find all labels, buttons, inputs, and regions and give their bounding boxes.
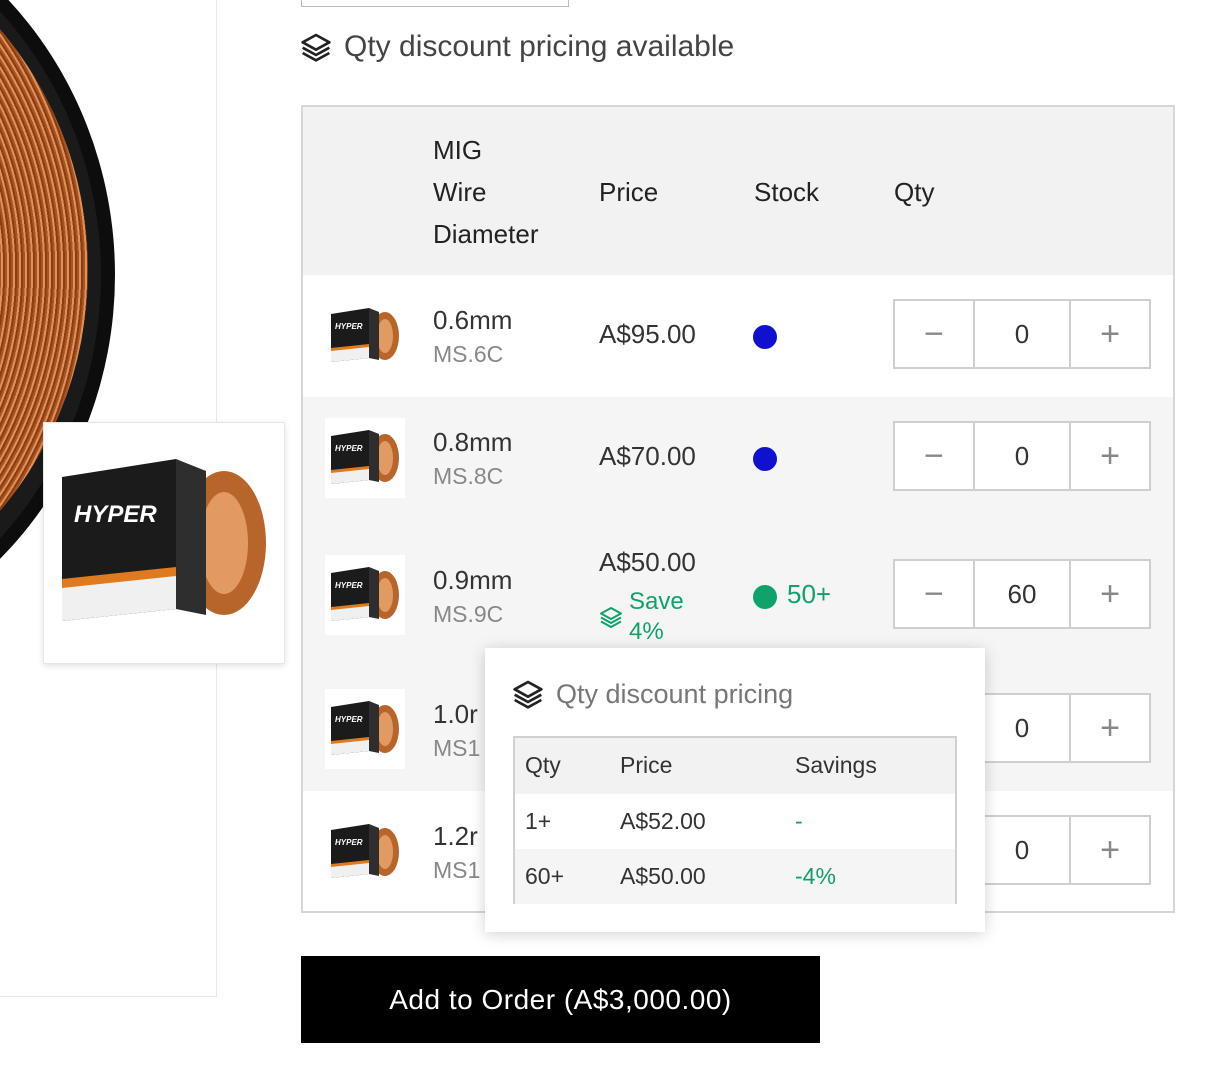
discount-savings: -4%	[795, 863, 836, 889]
table-row: 0.9mm MS.9C A$50.00 Save 4% 50+ − 60 +	[303, 519, 1173, 655]
qty-discount-popover: Qty discount pricing Qty Price Savings 1…	[485, 648, 985, 932]
table-header: MIG Wire Diameter Price Stock Qty	[303, 107, 1173, 275]
increment-button[interactable]: +	[1071, 561, 1149, 627]
quantity-input[interactable]: 0	[972, 301, 1072, 367]
discount-price: A$50.00	[620, 863, 706, 889]
row-sku: MS.9C	[433, 601, 504, 627]
product-thumbnail[interactable]	[325, 418, 405, 498]
quantity-input[interactable]: 0	[972, 817, 1072, 883]
header-qty: Qty	[894, 177, 935, 207]
stock-indicator-dot	[753, 447, 777, 471]
product-thumbnail[interactable]	[325, 296, 405, 376]
header-price: Price	[599, 177, 659, 207]
increment-button[interactable]: +	[1071, 695, 1149, 761]
decrement-button[interactable]: −	[895, 561, 973, 627]
save-badge[interactable]: Save 4%	[599, 587, 684, 647]
layers-icon	[512, 678, 544, 710]
product-thumbnail[interactable]	[325, 555, 405, 635]
discount-table: Qty Price Savings 1+ A$52.00 - 60+ A$50.…	[513, 736, 957, 904]
variant-selector[interactable]	[301, 0, 569, 7]
discount-qty: 1+	[525, 808, 552, 834]
discount-header-qty: Qty	[525, 752, 561, 778]
discount-header-price: Price	[620, 752, 673, 778]
quantity-stepper: − 0 +	[893, 299, 1151, 369]
qty-discount-note-text: Qty discount pricing available	[344, 30, 735, 63]
layers-icon	[300, 31, 332, 63]
header-stock: Stock	[754, 177, 820, 207]
stock-indicator-dot	[753, 585, 777, 609]
row-sku: MS1	[433, 857, 481, 883]
discount-table-header: Qty Price Savings	[515, 738, 955, 794]
row-sku: MS.6C	[433, 341, 504, 367]
popover-title: Qty discount pricing	[512, 678, 793, 710]
row-price: A$95.00	[599, 319, 696, 349]
quantity-stepper: − 60 +	[893, 559, 1151, 629]
row-sku: MS.8C	[433, 463, 504, 489]
discount-row: 1+ A$52.00 -	[515, 794, 955, 849]
save-percent: 4%	[629, 618, 664, 645]
row-diameter: 1.2r	[433, 821, 478, 851]
row-diameter: 0.6mm	[433, 305, 513, 335]
discount-price: A$52.00	[620, 808, 706, 834]
hypermig-box-image	[44, 423, 284, 663]
popover-title-text: Qty discount pricing	[556, 678, 794, 709]
table-row: 0.8mm MS.8C A$70.00 − 0 +	[303, 397, 1173, 519]
header-diameter: MIG Wire Diameter	[433, 129, 538, 255]
quantity-input[interactable]: 0	[972, 695, 1072, 761]
layers-icon	[599, 605, 623, 629]
increment-button[interactable]: +	[1071, 301, 1149, 367]
quantity-input[interactable]: 60	[972, 561, 1072, 627]
discount-row: 60+ A$50.00 -4%	[515, 849, 955, 904]
discount-savings: -	[795, 808, 803, 834]
quantity-input[interactable]: 0	[972, 423, 1072, 489]
row-diameter: 0.8mm	[433, 427, 513, 457]
stock-count: 50+	[787, 579, 832, 609]
quantity-stepper: − 0 +	[893, 421, 1151, 491]
qty-discount-note: Qty discount pricing available	[300, 30, 734, 64]
table-row: 0.6mm MS.6C A$95.00 − 0 +	[303, 275, 1173, 397]
increment-button[interactable]: +	[1071, 817, 1149, 883]
stock-indicator-dot	[753, 325, 777, 349]
decrement-button[interactable]: −	[895, 423, 973, 489]
product-thumbnail[interactable]	[325, 689, 405, 769]
decrement-button[interactable]: −	[895, 301, 973, 367]
gallery-thumbnail[interactable]	[43, 422, 285, 664]
save-label: Save	[629, 588, 684, 615]
header-diameter-line: MIG	[433, 135, 483, 165]
row-diameter: 1.0r	[433, 699, 478, 729]
increment-button[interactable]: +	[1071, 423, 1149, 489]
product-thumbnail[interactable]	[325, 812, 405, 892]
discount-header-savings: Savings	[795, 752, 877, 778]
row-price: A$50.00	[599, 547, 696, 577]
add-to-order-button[interactable]: Add to Order (A$3,000.00)	[301, 956, 820, 1043]
row-price: A$70.00	[599, 441, 696, 471]
discount-qty: 60+	[525, 863, 565, 889]
row-sku: MS1	[433, 735, 481, 761]
row-diameter: 0.9mm	[433, 565, 513, 595]
header-diameter-line: Diameter	[433, 219, 539, 249]
header-diameter-line: Wire	[433, 177, 487, 207]
